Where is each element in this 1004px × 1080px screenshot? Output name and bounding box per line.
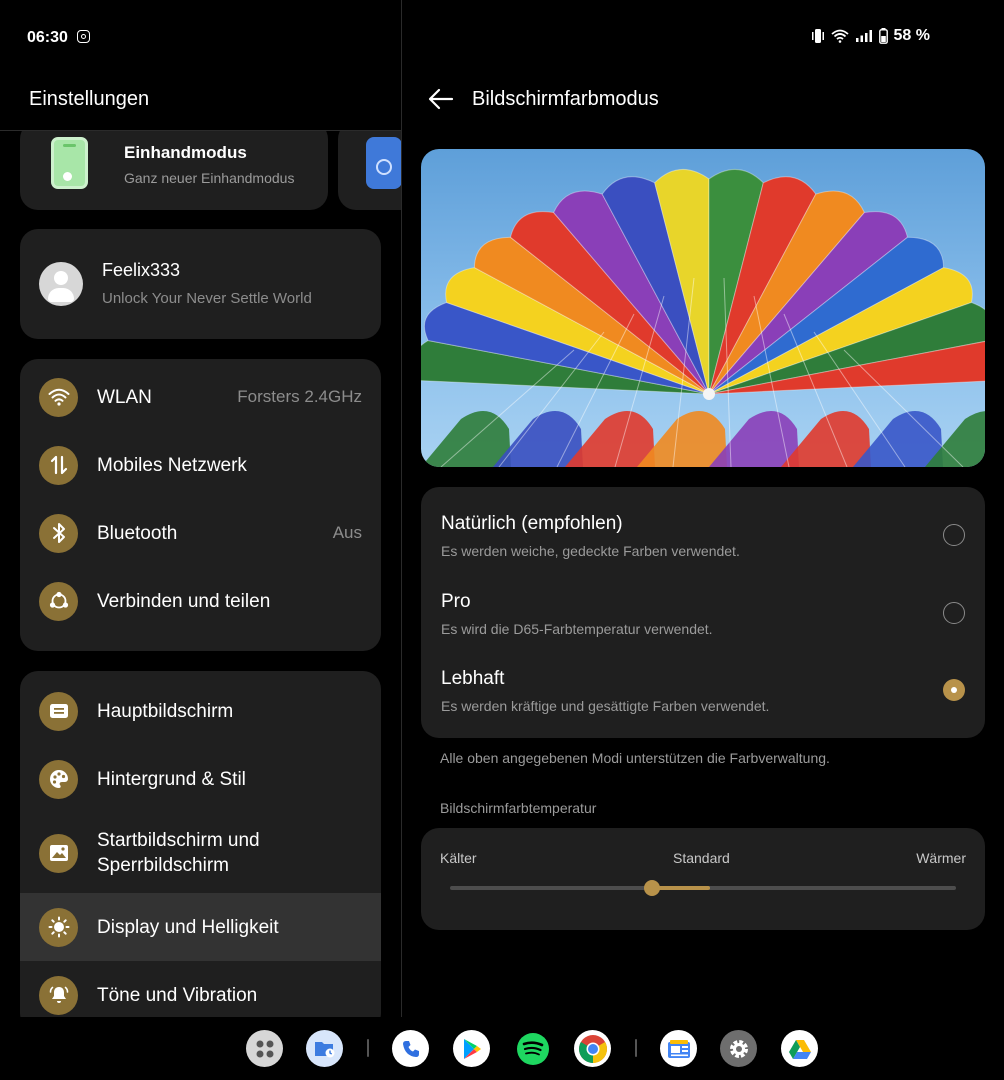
color-temperature-card: Kälter Standard Wärmer	[421, 828, 985, 930]
option-subtitle: Es werden kräftige und gesättigte Farben…	[441, 698, 770, 714]
feature-card-next[interactable]	[338, 131, 401, 210]
settings-item-connect-share[interactable]: Verbinden und teilen	[20, 567, 381, 635]
color-mode-options: Natürlich (empfohlen) Es werden weiche, …	[421, 487, 985, 738]
mobile-data-icon	[39, 445, 78, 485]
settings-item-wallpaper-style[interactable]: Hintergrund & Stil	[20, 745, 381, 813]
spotify-icon[interactable]	[514, 1030, 551, 1067]
connectivity-group: WLAN Forsters 2.4GHz Mobiles Netzwerk Bl…	[20, 359, 381, 651]
files-icon[interactable]	[306, 1030, 343, 1067]
section-label: Bildschirmfarbtemperatur	[440, 800, 597, 816]
dock-separator	[635, 1039, 637, 1057]
one-hand-mode-card[interactable]: Einhandmodus Ganz neuer Einhandmodus	[20, 131, 328, 210]
one-hand-mode-subtitle: Ganz neuer Einhandmodus	[124, 170, 295, 186]
settings-item-label: Verbinden und teilen	[97, 590, 271, 612]
status-bar: 06:30 58 %	[0, 0, 1004, 75]
battery-percent: 58 %	[893, 27, 930, 44]
bell-icon	[39, 975, 78, 1015]
settings-icon[interactable]	[720, 1030, 757, 1067]
phone-icon[interactable]	[392, 1030, 429, 1067]
slider-label-standard: Standard	[673, 850, 730, 866]
brightness-icon	[39, 907, 78, 947]
taskbar	[0, 1017, 1004, 1080]
settings-item-label: Töne und Vibration	[97, 984, 258, 1006]
settings-item-wlan[interactable]: WLAN Forsters 2.4GHz	[20, 363, 381, 431]
color-temperature-slider[interactable]	[450, 880, 956, 896]
option-title: Lebhaft	[441, 668, 505, 689]
avatar	[39, 262, 83, 306]
settings-item-label: Mobiles Netzwerk	[97, 454, 247, 476]
back-arrow-icon[interactable]	[428, 87, 454, 111]
color-mode-option[interactable]: Pro Es wird die D65-Farbtemperatur verwe…	[441, 591, 965, 661]
bluetooth-icon	[39, 513, 78, 553]
account-name: Feelix333	[102, 260, 181, 280]
vibrate-icon	[811, 29, 824, 43]
slider-label-warmer: Wärmer	[916, 850, 966, 866]
status-time: 06:30	[27, 29, 68, 46]
palette-icon	[39, 759, 78, 799]
settings-item-bluetooth[interactable]: Bluetooth Aus	[20, 499, 381, 567]
status-icons: 58 %	[811, 27, 930, 45]
radio-button[interactable]	[943, 602, 965, 624]
wifi-status-icon	[830, 29, 849, 43]
option-subtitle: Es werden weiche, gedeckte Farben verwen…	[441, 543, 740, 559]
color-mode-option[interactable]: Lebhaft Es werden kräftige und gesättigt…	[441, 668, 965, 738]
page-title: Einstellungen	[29, 88, 150, 110]
option-title: Natürlich (empfohlen)	[441, 513, 623, 534]
one-hand-mode-title: Einhandmodus	[124, 143, 247, 162]
settings-item-label: Bluetooth	[97, 522, 178, 544]
radio-button[interactable]	[943, 524, 965, 546]
instagram-icon	[77, 30, 90, 43]
dock-separator	[367, 1039, 369, 1057]
color-mode-option[interactable]: Natürlich (empfohlen) Es werden weiche, …	[441, 513, 965, 583]
settings-item-lock-screen[interactable]: Startbildschirm und Sperrbildschirm	[20, 813, 381, 893]
pane-divider	[401, 0, 402, 1017]
drive-icon[interactable]	[781, 1030, 818, 1067]
wallpaper-icon	[39, 833, 78, 873]
option-subtitle: Es wird die D65-Farbtemperatur verwendet…	[441, 621, 713, 637]
app-drawer-icon[interactable]	[246, 1030, 283, 1067]
detail-title: Bildschirmfarbmodus	[472, 88, 659, 110]
settings-item-label: Hintergrund & Stil	[97, 768, 246, 790]
settings-item-label: Hauptbildschirm	[97, 700, 234, 722]
account-card[interactable]: Feelix333 Unlock Your Never Settle World	[20, 229, 381, 339]
slider-thumb[interactable]	[644, 880, 661, 896]
account-subtitle: Unlock Your Never Settle World	[102, 290, 312, 307]
feature-icon	[366, 137, 401, 189]
news-icon[interactable]	[660, 1030, 697, 1067]
settings-list[interactable]: Einhandmodus Ganz neuer Einhandmodus Fee…	[0, 131, 401, 1017]
battery-icon	[878, 28, 888, 44]
chrome-icon[interactable]	[574, 1030, 611, 1067]
home-screen-icon	[39, 691, 78, 731]
radio-button-selected[interactable]	[943, 679, 965, 701]
color-management-note: Alle oben angegebenen Modi unterstützen …	[440, 750, 830, 766]
slider-label-colder: Kälter	[440, 850, 477, 866]
preview-image	[421, 149, 985, 467]
signal-icon	[855, 30, 872, 42]
settings-item-mobile-network[interactable]: Mobiles Netzwerk	[20, 431, 381, 499]
settings-item-display-brightness[interactable]: Display und Helligkeit	[20, 893, 381, 961]
share-icon	[39, 581, 78, 621]
slider-fill	[652, 886, 710, 890]
option-title: Pro	[441, 591, 471, 612]
settings-item-sound-vibration[interactable]: Töne und Vibration	[20, 961, 381, 1017]
one-hand-mode-icon	[51, 137, 88, 189]
play-store-icon[interactable]	[453, 1030, 490, 1067]
settings-item-value: Forsters 2.4GHz	[237, 387, 362, 406]
settings-item-value: Aus	[332, 523, 362, 542]
settings-item-label: Startbildschirm und Sperrbildschirm	[97, 830, 260, 876]
settings-item-label: WLAN	[97, 386, 152, 408]
wifi-icon	[39, 377, 78, 417]
settings-item-label: Display und Helligkeit	[97, 916, 279, 938]
settings-item-home-screen[interactable]: Hauptbildschirm	[20, 677, 381, 745]
display-group: Hauptbildschirm Hintergrund & Stil Start…	[20, 671, 381, 1017]
